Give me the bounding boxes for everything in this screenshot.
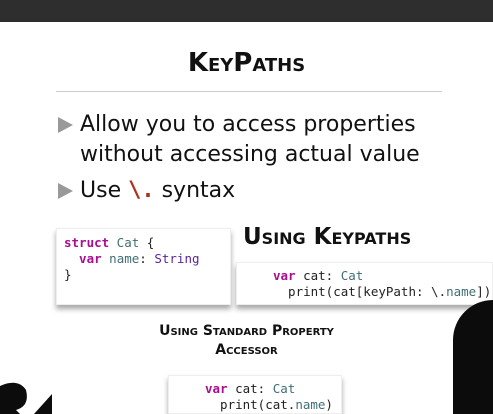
presenter-image [453, 300, 493, 414]
slide-title: KeyPaths [187, 48, 306, 78]
standard-heading-line1: Using Standard Property [159, 323, 334, 339]
code-token: name [295, 397, 326, 412]
keypath-code-box: var cat: Cat print(cat[keyPath: \.name]) [236, 262, 493, 305]
code-token: { [139, 235, 155, 250]
code-token: cat: [295, 268, 341, 283]
bullet-text-post: syntax [154, 178, 236, 203]
bullet-triangle-icon [58, 117, 73, 133]
bullet-code: \. [128, 178, 155, 203]
bullet-text: Allow you to access properties without a… [80, 112, 420, 167]
code-token: print(cat[keyPath: \. [273, 284, 447, 299]
bullet-2: Use \. syntax [58, 176, 235, 206]
code-token: ) [325, 397, 333, 412]
code-token: print(cat. [205, 397, 296, 412]
code-token: cat: [227, 381, 273, 396]
code-token: Cat [340, 268, 364, 283]
code-token: } [64, 267, 72, 282]
code-token: var [273, 268, 296, 283]
code-token: name [101, 251, 140, 266]
bullet-text-pre: Use [80, 178, 129, 203]
standard-heading: Using Standard Property Accessor [0, 322, 493, 360]
standard-code-box: var cat: Cat print(cat.name) [168, 375, 342, 414]
decorative-shape [0, 382, 52, 414]
code-token: var [64, 251, 102, 266]
code-token: ]) [476, 284, 492, 299]
bullet-triangle-icon [58, 183, 73, 199]
code-token: : [139, 251, 155, 266]
code-token: var [205, 381, 228, 396]
code-token: struct [64, 235, 110, 250]
standard-heading-line2: Accessor [215, 342, 278, 358]
code-token: Cat [109, 235, 140, 250]
keypath-heading: Using Keypaths [243, 224, 412, 250]
title-divider [56, 91, 442, 92]
bullet-1: Allow you to access properties without a… [58, 110, 448, 170]
code-token: name [446, 284, 477, 299]
code-token: String [154, 251, 200, 266]
code-token: Cat [272, 381, 296, 396]
video-top-bar [0, 0, 493, 22]
struct-code-box: struct Cat { var name: String } [56, 228, 231, 305]
